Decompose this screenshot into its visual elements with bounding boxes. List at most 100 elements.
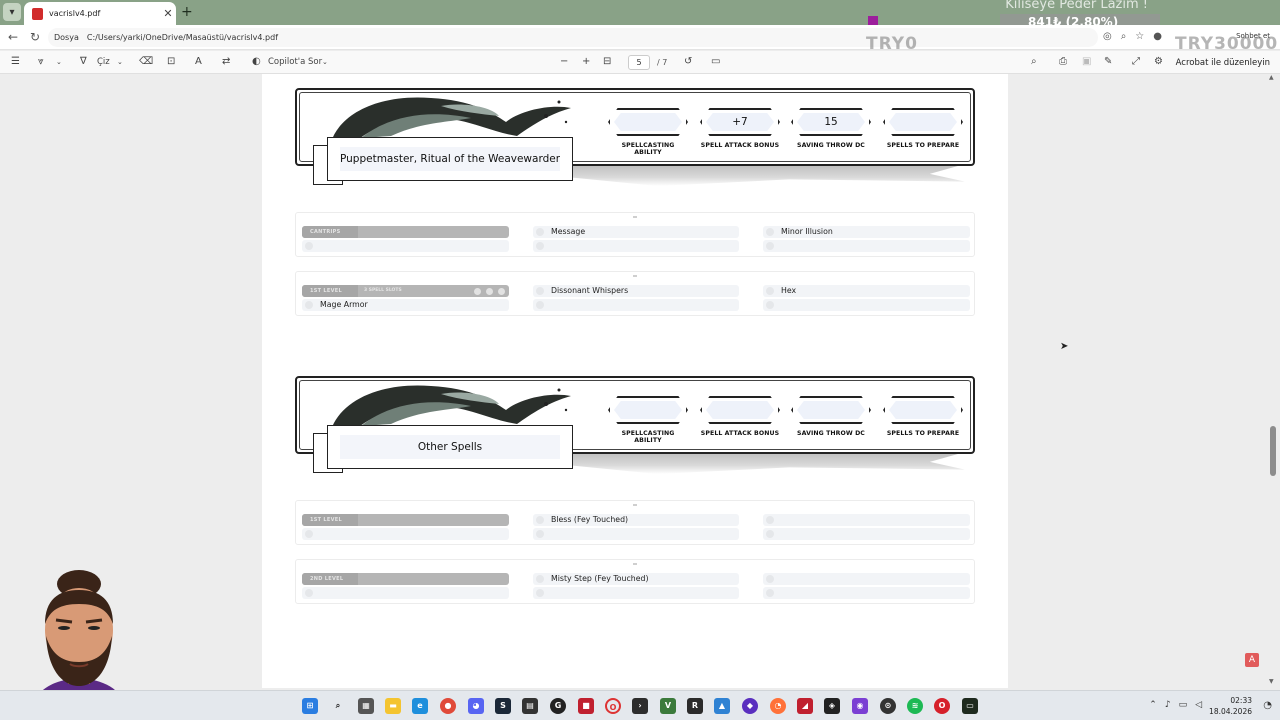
text-box-icon[interactable]: ⊡ <box>167 56 175 67</box>
vortex-icon[interactable]: V <box>660 698 676 714</box>
draw-label[interactable]: Çiz <box>97 57 110 67</box>
back-arrow-icon[interactable]: ← <box>8 30 18 44</box>
spell-row[interactable] <box>763 514 970 526</box>
translate-icon[interactable]: ⇄ <box>222 56 230 67</box>
favorite-star-icon[interactable]: ☆ <box>1135 31 1144 42</box>
scroll-down-arrow-icon[interactable]: ▼ <box>1269 678 1274 685</box>
stat-field[interactable] <box>700 396 780 424</box>
zoom-icon[interactable]: ⌕ <box>1121 31 1127 42</box>
search-icon[interactable]: ⌕ <box>1031 56 1037 67</box>
scroll-thumb[interactable] <box>1270 426 1276 476</box>
spell-slot-bubble[interactable] <box>498 288 505 295</box>
task-view-icon[interactable]: ▦ <box>358 698 374 714</box>
url-field[interactable]: Dosya C:/Users/yarki/OneDrive/Masaüstü/v… <box>48 28 1098 47</box>
github-icon[interactable]: G <box>550 698 566 714</box>
refresh-icon[interactable]: ↻ <box>30 30 40 44</box>
spotify-icon[interactable]: ≋ <box>907 698 923 714</box>
prepared-checkbox[interactable] <box>305 530 313 538</box>
spell-row[interactable]: Misty Step (Fey Touched) <box>533 573 739 585</box>
new-tab-button[interactable]: + <box>181 4 193 20</box>
prepared-checkbox[interactable] <box>536 242 544 250</box>
spell-row[interactable] <box>763 587 970 599</box>
spell-row[interactable] <box>763 299 970 311</box>
microphone-icon[interactable]: ♪ <box>1165 700 1171 710</box>
spell-row[interactable] <box>763 528 970 540</box>
spell-row[interactable] <box>302 528 509 540</box>
acrobat-logo-icon[interactable]: A <box>1245 653 1259 667</box>
search-icon[interactable]: ⌕ <box>330 698 346 714</box>
stat-field[interactable] <box>608 396 688 424</box>
spell-row[interactable] <box>533 240 739 252</box>
print-icon[interactable]: ⎙ <box>1059 56 1067 67</box>
acrobat-edit-button[interactable]: Acrobat ile düzenleyin <box>1176 58 1270 68</box>
app-red-icon[interactable]: ■ <box>578 698 594 714</box>
spell-row[interactable]: Bless (Fey Touched) <box>533 514 739 526</box>
file-explorer-icon[interactable]: ▬ <box>385 698 401 714</box>
spell-row[interactable]: Minor Illusion <box>763 226 970 238</box>
zoom-out-icon[interactable]: − <box>560 56 568 67</box>
prepared-checkbox[interactable] <box>766 589 774 597</box>
spell-slot-bubble[interactable] <box>474 288 481 295</box>
stat-field[interactable] <box>608 108 688 136</box>
highlight-icon[interactable]: ⩔ <box>38 56 44 67</box>
prepared-checkbox[interactable] <box>536 589 544 597</box>
spell-row[interactable]: Hex <box>763 285 970 297</box>
calculator-icon[interactable]: ▤ <box>522 698 538 714</box>
prepared-checkbox[interactable] <box>766 228 774 236</box>
acrobat-taskbar-icon[interactable]: ◢ <box>797 698 813 714</box>
tab-list-chevron-icon[interactable]: ▾ <box>3 3 21 21</box>
page-number-input[interactable]: 5 <box>628 55 650 70</box>
prepared-checkbox[interactable] <box>536 530 544 538</box>
taskbar-clock[interactable]: 02:33 18.04.2026 <box>1209 695 1252 717</box>
shield-icon[interactable]: ◈ <box>824 698 840 714</box>
save-icon[interactable]: ▣ <box>1082 56 1091 67</box>
copilot-ask-label[interactable]: Copilot'a Sor <box>268 57 322 67</box>
revo-icon[interactable]: R <box>687 698 703 714</box>
edge-browser-icon[interactable]: e <box>412 698 428 714</box>
photos-icon[interactable]: ▲ <box>714 698 730 714</box>
page-view-icon[interactable]: ▭ <box>711 56 720 67</box>
stat-field[interactable]: +7 <box>700 108 780 136</box>
prepared-checkbox[interactable] <box>536 287 544 295</box>
prepared-checkbox[interactable] <box>766 242 774 250</box>
section-title[interactable]: Puppetmaster, Ritual of the Weavewarder <box>340 147 560 171</box>
fullscreen-icon[interactable]: ⤢ <box>1132 56 1140 67</box>
tab-close-button[interactable]: ✕ <box>160 7 176 20</box>
spell-row[interactable] <box>533 587 739 599</box>
tray-overflow-chevron-icon[interactable]: ⌃ <box>1149 700 1157 710</box>
prepared-checkbox[interactable] <box>536 516 544 524</box>
console-icon[interactable]: ▭ <box>962 698 978 714</box>
prepared-checkbox[interactable] <box>305 301 313 309</box>
zoom-in-icon[interactable]: + <box>582 56 590 67</box>
spell-row[interactable] <box>533 528 739 540</box>
steam-icon[interactable]: S <box>495 698 511 714</box>
chrome-icon[interactable]: ● <box>440 698 456 714</box>
section-title[interactable]: Other Spells <box>340 435 560 459</box>
app-purple-icon[interactable]: ◆ <box>742 698 758 714</box>
edit-with-acrobat-icon[interactable]: ✎ <box>1104 56 1112 67</box>
contents-list-icon[interactable]: ☰ <box>11 56 20 67</box>
spell-slot-row[interactable] <box>302 240 509 252</box>
draw-icon[interactable]: ∇ <box>80 56 87 67</box>
prepared-checkbox[interactable] <box>766 516 774 524</box>
github-desktop-icon[interactable]: ⊙ <box>880 698 896 714</box>
profile-icon[interactable]: ● <box>1153 31 1162 42</box>
obs-icon[interactable]: ◉ <box>852 698 868 714</box>
terminal-icon[interactable]: › <box>632 698 648 714</box>
stat-field[interactable] <box>883 396 963 424</box>
prepared-checkbox[interactable] <box>536 575 544 583</box>
settings-gear-icon[interactable]: ⚙ <box>1154 56 1163 67</box>
stat-field[interactable] <box>791 396 871 424</box>
firefox-icon[interactable]: ◔ <box>770 698 786 714</box>
notification-bell-icon[interactable]: ◔ <box>1263 700 1272 711</box>
network-icon[interactable]: ▭ <box>1179 700 1188 710</box>
spell-row[interactable] <box>302 587 509 599</box>
stat-field[interactable]: 15 <box>791 108 871 136</box>
opera-icon[interactable]: O <box>605 698 621 714</box>
read-aloud-icon[interactable]: ◎ <box>1103 31 1112 42</box>
text-style-icon[interactable]: A <box>195 56 202 67</box>
prepared-checkbox[interactable] <box>305 589 313 597</box>
vertical-scrollbar[interactable]: ▲ ▼ <box>1269 74 1277 688</box>
start-menu-icon[interactable]: ⊞ <box>302 698 318 714</box>
prepared-checkbox[interactable] <box>766 301 774 309</box>
